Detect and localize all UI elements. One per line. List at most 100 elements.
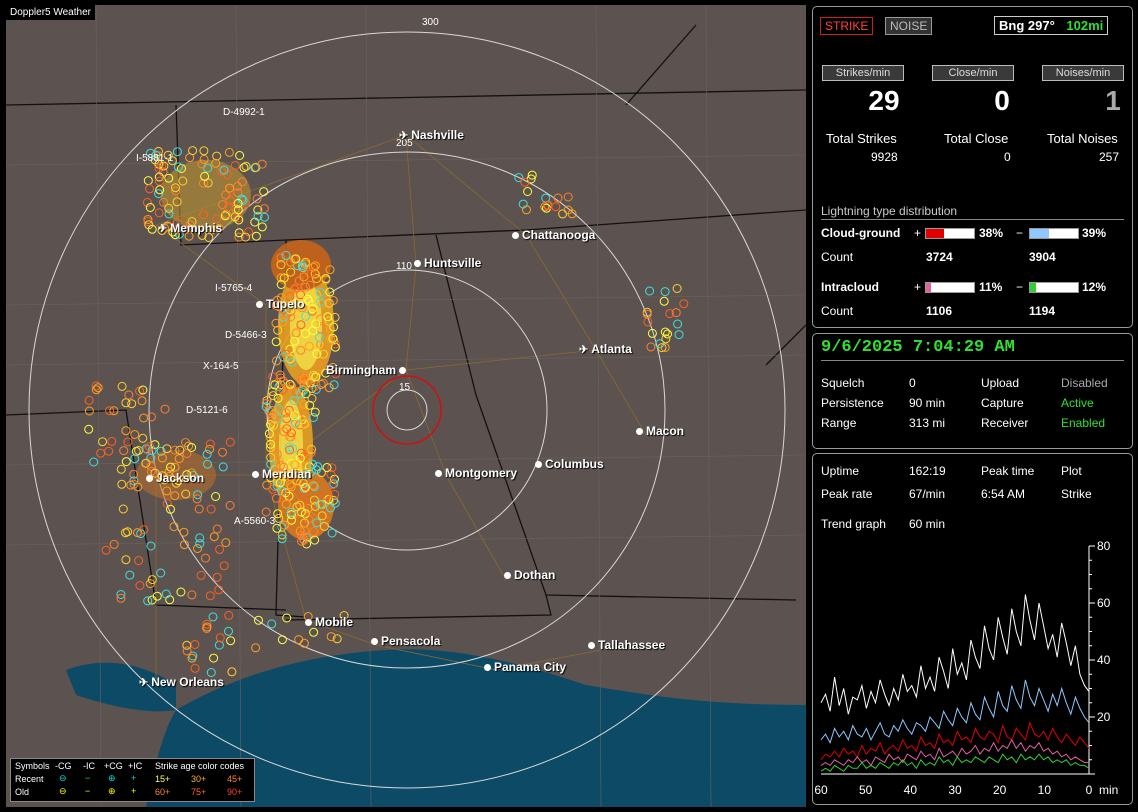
- ring-label-110: 110: [396, 261, 412, 272]
- ic-positive-pct: 11%: [979, 280, 1003, 294]
- highway-label: I-5881-1: [136, 153, 174, 164]
- city-new-orleans: ✈ New Orleans: [139, 675, 224, 689]
- trend-series-line: [820, 753, 1090, 772]
- strike-marker: [218, 462, 228, 472]
- noise-button[interactable]: NOISE: [885, 17, 933, 35]
- cloud-ground-label: Cloud-ground: [821, 226, 901, 240]
- bearing-readout: Bng 297° 102mi: [994, 16, 1109, 35]
- cg-positive-bar: [925, 228, 975, 239]
- upload-label: Upload: [981, 376, 1020, 390]
- legend-age-90: 90+: [227, 787, 243, 797]
- strike-marker: [96, 448, 106, 458]
- strike-marker: [663, 329, 672, 339]
- strike-marker: [193, 544, 202, 553]
- receiver-value: Enabled: [1061, 416, 1106, 430]
- city-huntsville: Huntsville: [414, 256, 481, 270]
- legend-pos-cg: +CG: [104, 761, 123, 771]
- city-mobile: Mobile: [305, 615, 353, 629]
- strike-marker: [271, 337, 281, 347]
- airport-icon: ✈: [139, 677, 149, 689]
- city-meridian: Meridian: [252, 467, 311, 481]
- radar-map[interactable]: Doppler5 Weather 300 205 110 15 ✈ Nashvil…: [6, 5, 806, 807]
- strike-marker: [201, 553, 210, 563]
- trend-chart: 80 60 40 20 60 50 40 30 20 10 0 min: [814, 539, 1118, 797]
- strike-marker: [672, 284, 682, 293]
- receiver-label: Receiver: [981, 416, 1029, 430]
- highway-label: D-5121-6: [186, 405, 228, 416]
- strike-marker: [646, 342, 656, 352]
- strike-marker: [165, 595, 175, 605]
- legend-age-45: 45+: [227, 774, 243, 784]
- strike-marker: [187, 443, 197, 452]
- city-dot-icon: [512, 232, 519, 240]
- datetime: 9/6/2025 7:04:29 AM: [821, 338, 1015, 357]
- strike-marker: [202, 449, 212, 459]
- map-graphics: [6, 5, 806, 807]
- strike-marker: [257, 222, 267, 232]
- city-columbus: Columbus: [535, 457, 604, 471]
- legend-old-pos-cg-icon: ⊕: [108, 786, 116, 796]
- strike-marker: [195, 539, 205, 549]
- strike-marker: [84, 424, 94, 434]
- highway-label: D-4992-1: [223, 107, 265, 118]
- city-dot-icon: [252, 471, 259, 479]
- legend-recent-neg-ic-icon: −: [85, 773, 91, 783]
- strikes-per-min-button[interactable]: Strikes/min: [822, 65, 904, 81]
- cg-negative-fill: [1030, 229, 1049, 238]
- peak-rate-label: Peak rate: [821, 487, 873, 501]
- cg-positive-pct: 38%: [979, 226, 1004, 240]
- strike-marker: [188, 146, 198, 156]
- y-tick-label: 80: [1097, 539, 1111, 553]
- city-panama-city: Panama City: [484, 660, 566, 674]
- legend-age-60: 60+: [155, 787, 171, 797]
- y-tick-label: 40: [1097, 653, 1111, 667]
- city-dot-icon: [435, 470, 442, 478]
- legend-neg-cg: -CG: [55, 761, 72, 771]
- strike-button[interactable]: STRIKE: [820, 17, 874, 35]
- map-title: Doppler5 Weather: [6, 5, 95, 20]
- legend-recent-pos-ic-icon: +: [131, 773, 137, 783]
- cg-minus-sign: −: [1016, 226, 1024, 240]
- strike-marker: [215, 633, 225, 643]
- strike-marker: [208, 612, 218, 622]
- strike-marker: [254, 615, 263, 625]
- noises-per-min-button[interactable]: Noises/min: [1042, 65, 1124, 81]
- strike-marker: [121, 398, 131, 408]
- strike-marker: [267, 619, 277, 629]
- strikes-per-min-value: 29: [868, 85, 900, 116]
- strike-marker: [135, 581, 145, 590]
- strike-marker: [124, 390, 134, 400]
- strike-marker: [212, 524, 222, 534]
- plot-value[interactable]: Strike: [1061, 487, 1092, 501]
- strike-marker: [268, 372, 278, 382]
- capture-label: Capture: [981, 396, 1024, 410]
- strike-marker: [225, 501, 235, 510]
- legend-symbols-label: Symbols: [15, 761, 50, 771]
- trend-series-line: [820, 594, 1090, 715]
- trend-graph-value[interactable]: 60 min: [909, 517, 945, 531]
- strike-marker: [98, 437, 107, 447]
- close-per-min-button[interactable]: Close/min: [932, 65, 1014, 81]
- squelch-label: Squelch: [821, 376, 865, 390]
- cg-negative-count: 3904: [1029, 250, 1056, 264]
- legend-recent-pos-cg-icon: ⊕: [108, 773, 116, 783]
- ic-positive-fill: [926, 283, 932, 292]
- legend-recent-neg-cg-icon: ⊖: [59, 773, 67, 783]
- strike-marker: [327, 528, 337, 538]
- strike-marker: [137, 396, 147, 406]
- upload-value: Disabled: [1061, 376, 1108, 390]
- cg-negative-pct: 39%: [1082, 226, 1107, 240]
- close-per-min-value: 0: [994, 85, 1010, 116]
- city-dot-icon: [256, 301, 263, 309]
- total-strikes-label: Total Strikes: [826, 131, 897, 146]
- strike-marker: [227, 667, 237, 677]
- ic-positive-bar: [925, 282, 975, 293]
- persistence-value: 90 min: [909, 396, 946, 410]
- strike-marker: [161, 589, 171, 599]
- legend-neg-ic: -IC: [83, 761, 95, 771]
- strike-marker: [205, 439, 215, 449]
- city-dot-icon: [588, 642, 595, 650]
- strike-marker: [221, 538, 231, 548]
- strike-marker: [156, 568, 166, 578]
- strike-marker: [179, 527, 189, 537]
